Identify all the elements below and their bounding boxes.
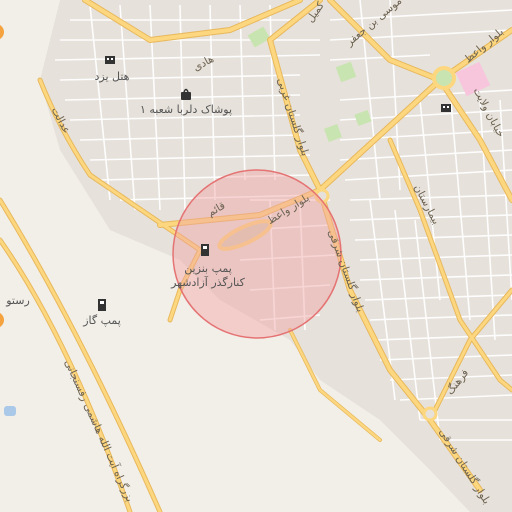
hotel-icon-east[interactable] xyxy=(441,104,451,112)
map-svg[interactable]: هتل یزد پوشاک دلربا شعبه ۱ پمپ بنزین کنا… xyxy=(0,0,512,512)
poi-label-hotel-yazd[interactable]: هتل یزد xyxy=(95,70,130,83)
poi-label-petrol-2[interactable]: کنارگذر آزادشهر xyxy=(170,275,245,289)
water-body xyxy=(4,406,16,416)
poi-label-dolba-store[interactable]: پوشاک دلربا شعبه ۱ xyxy=(140,103,232,116)
roundabout-3 xyxy=(422,406,438,422)
map-edge-marker[interactable] xyxy=(0,24,4,40)
poi-label-restaurant[interactable]: رستو xyxy=(5,294,30,307)
fuel-pump-icon-gas[interactable] xyxy=(98,299,106,311)
fuel-pump-icon[interactable] xyxy=(201,244,209,256)
map-edge-marker-2[interactable] xyxy=(0,312,4,328)
poi-label-pump-gas[interactable]: پمپ گاز xyxy=(82,314,121,327)
hotel-icon[interactable] xyxy=(105,56,115,64)
poi-label-petrol-1[interactable]: پمپ بنزین xyxy=(184,262,232,275)
search-radius-circle[interactable] xyxy=(172,169,342,339)
map-canvas[interactable]: هتل یزد پوشاک دلربا شعبه ۱ پمپ بنزین کنا… xyxy=(0,0,512,512)
roundabout-velayat xyxy=(432,66,456,90)
